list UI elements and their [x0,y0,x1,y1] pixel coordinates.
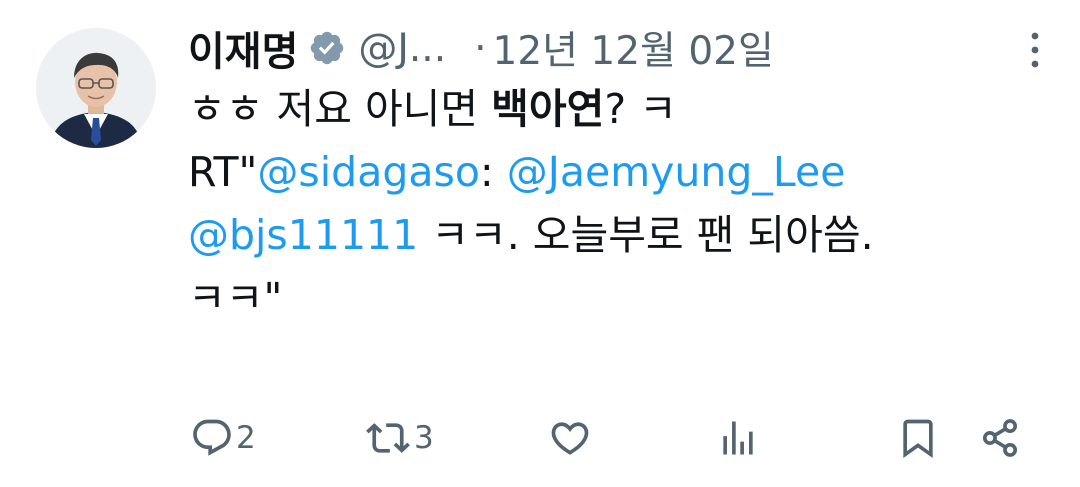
bookmark-icon [896,416,940,460]
verified-badge-icon [308,29,346,67]
tweet-card: 이재명 @J... · 12년 12월 02일 ㅎㅎ 저요 아니면 백아연? ㅋ… [0,0,1080,487]
mention-link[interactable]: @bjs11111 [188,211,418,259]
timestamp[interactable]: 12년 12월 02일 [493,20,774,76]
tweet-header: 이재명 @J... · 12년 12월 02일 [188,20,1050,76]
mention-link[interactable]: @Jaemyung_Lee [507,148,846,196]
share-icon [978,416,1022,460]
retweet-count: 3 [414,420,434,456]
body-line-2: RT"@sidagaso: @Jaemyung_Lee [188,141,1048,204]
body-text: ㅎㅎ 저요 아니면 [188,85,492,133]
reply-icon [190,416,234,460]
body-text: ? ㅋ [604,85,677,133]
retweet-icon [364,416,412,460]
body-line-1: ㅎㅎ 저요 아니면 백아연? ㅋ [188,78,1048,141]
display-name[interactable]: 이재명 [188,19,298,77]
views-icon [716,416,760,460]
share-button[interactable] [978,410,1022,466]
reply-count: 2 [236,420,256,456]
user-handle[interactable]: @J... [358,26,446,71]
bookmark-button[interactable] [896,410,940,466]
tweet-body: ㅎㅎ 저요 아니면 백아연? ㅋ RT"@sidagaso: @Jaemyung… [188,78,1048,330]
retweet-button[interactable]: 3 [364,410,434,466]
body-bold-text: 백아연 [491,85,605,133]
body-line-4: ㅋㅋ" [188,267,1048,330]
body-text: : [479,148,507,196]
avatar[interactable] [36,28,156,148]
action-bar: 2 3 [0,410,1080,466]
heart-icon [548,416,592,460]
body-text: RT" [188,148,258,196]
like-button[interactable] [548,410,592,466]
body-text: ㅋㅋ" [188,274,283,322]
views-button[interactable] [716,410,760,466]
separator-dot: · [474,25,487,71]
reply-button[interactable]: 2 [190,410,256,466]
body-line-3: @bjs11111 ㅋㅋ. 오늘부로 팬 되아씀. [188,204,1048,267]
body-text: ㅋㅋ. 오늘부로 팬 되아씀. [418,211,874,259]
more-options-icon[interactable] [1020,30,1050,70]
mention-link[interactable]: @sidagaso [257,148,480,196]
